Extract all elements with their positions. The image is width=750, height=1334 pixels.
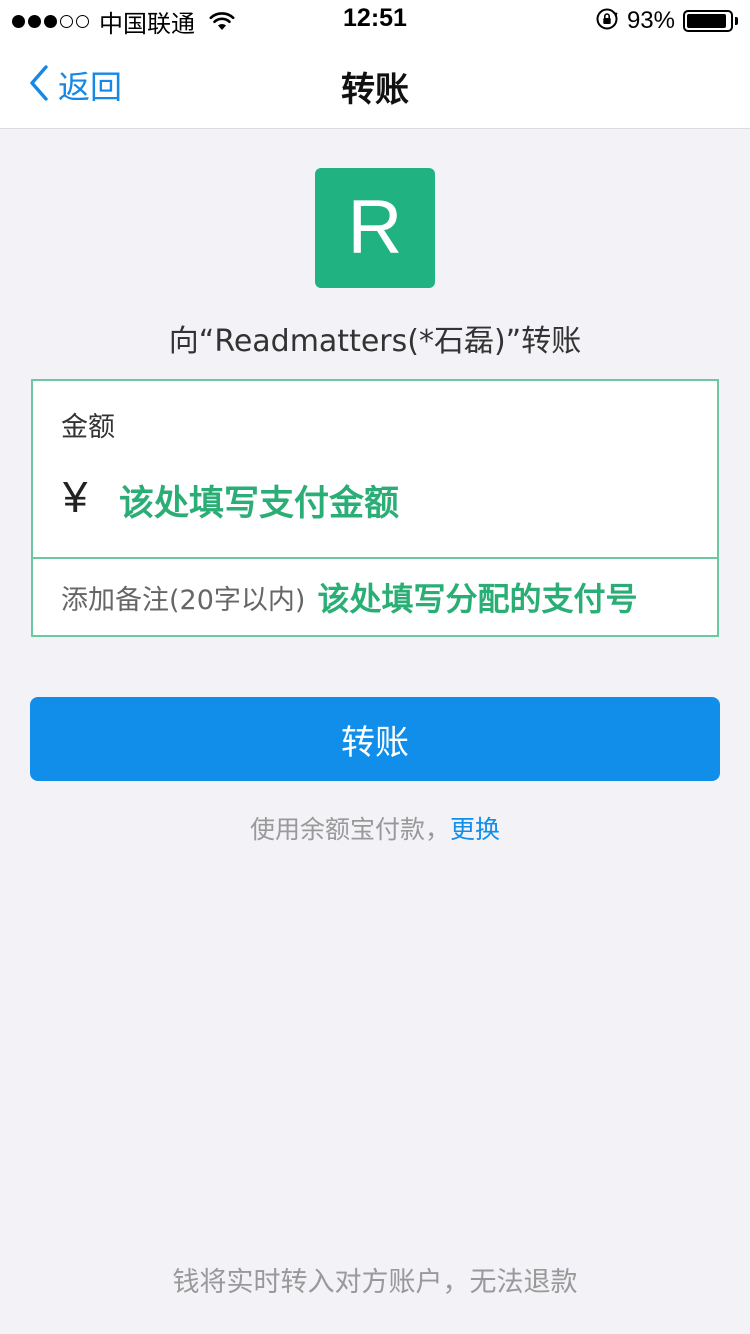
- back-button[interactable]: 返回: [28, 62, 122, 108]
- transfer-button-label: 转账: [341, 722, 409, 763]
- yen-sign: ¥: [63, 473, 88, 522]
- back-label: 返回: [58, 68, 123, 106]
- avatar-letter: R: [347, 185, 403, 270]
- amount-label: 金额: [61, 412, 115, 443]
- rotation-lock-icon: [595, 7, 619, 35]
- status-right: 93%: [595, 6, 738, 36]
- battery-icon: [683, 10, 733, 32]
- remark-input[interactable]: 添加备注(20字以内) 该处填写分配的支付号: [31, 557, 719, 637]
- chevron-left-icon: [28, 64, 50, 106]
- status-bar: 中国联通 12:51 93%: [0, 0, 750, 40]
- amount-field[interactable]: 金额 ¥ 该处填写支付金额: [31, 379, 719, 559]
- footer-note: 钱将实时转入对方账户，无法退款: [172, 1267, 578, 1298]
- battery-percentage: 93%: [626, 7, 675, 34]
- navigation-bar: 返回 转账: [0, 40, 750, 129]
- change-payment-link[interactable]: 更换: [450, 815, 500, 844]
- payment-method: 使用余额宝付款，更换: [0, 810, 750, 846]
- recipient-label: 向“Readmatters(*石磊)”转账: [168, 324, 582, 359]
- remark-hint: 该处填写分配的支付号: [317, 580, 638, 618]
- remark-placeholder: 添加备注(20字以内): [61, 584, 306, 616]
- amount-hint: 该处填写支付金额: [119, 484, 400, 524]
- battery-level: [687, 14, 727, 28]
- transfer-button[interactable]: 转账: [30, 697, 720, 781]
- battery-tip: [735, 17, 738, 25]
- payment-method-text: 使用余额宝付款，: [249, 815, 450, 844]
- recipient-avatar: R: [315, 168, 435, 288]
